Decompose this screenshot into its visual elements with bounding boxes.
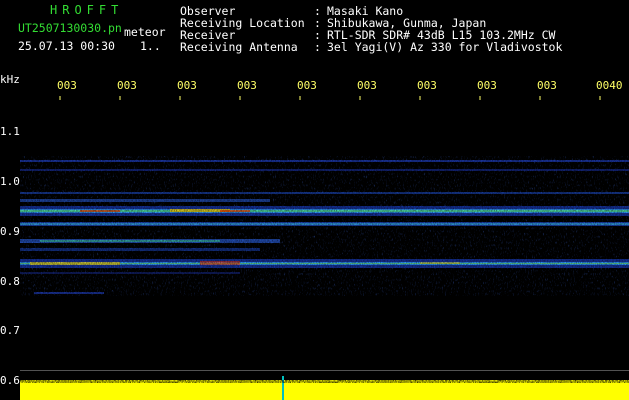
x-tick-label: 003 <box>297 79 317 92</box>
y-tick-label: 0.7 <box>0 324 20 337</box>
meteor-tag: meteor <box>124 25 166 39</box>
y-tick-label: 1.0 <box>0 175 20 188</box>
datetime-label: 25.07.13 00:30 <box>18 39 115 53</box>
x-tick-label: 003 <box>357 79 377 92</box>
x-tick-label: 003 <box>537 79 557 92</box>
x-tick-label: 0040 <box>596 79 623 92</box>
spectrogram <box>20 96 629 400</box>
x-tick-label: 003 <box>417 79 437 92</box>
x-tick-label: 003 <box>117 79 137 92</box>
x-tick-label: 003 <box>57 79 77 92</box>
x-tick-label: 003 <box>477 79 497 92</box>
info-colon: : <box>314 40 321 54</box>
y-tick-label: 0.6 <box>0 374 20 387</box>
x-tick-label: 003 <box>237 79 257 92</box>
y-tick-label: 0.8 <box>0 275 20 288</box>
filename-label: UT2507130030.pn <box>18 21 122 35</box>
x-tick-label: 003 <box>177 79 197 92</box>
app-title: HROFFT <box>50 3 124 17</box>
info-label-antenna: Receiving Antenna <box>180 40 298 54</box>
band-grain <box>20 156 629 296</box>
counter-label: 1.. <box>140 39 161 53</box>
info-value-antenna: 3el Yagi(V) Az 330 for Vladivostok <box>327 40 563 54</box>
y-tick-label: 0.9 <box>0 225 20 238</box>
y-axis-label: kHz <box>0 73 20 86</box>
y-tick-label: 1.1 <box>0 125 20 138</box>
baseline-line <box>20 370 629 371</box>
